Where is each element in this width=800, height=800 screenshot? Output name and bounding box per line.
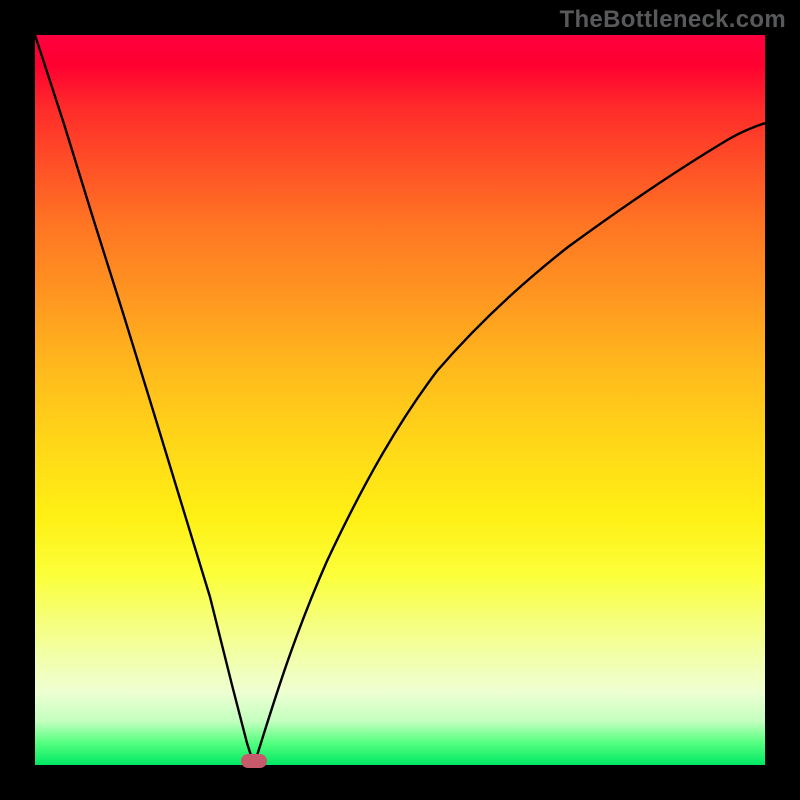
- bottleneck-curve: [35, 35, 765, 765]
- curve-right-branch: [254, 123, 765, 765]
- chart-frame: TheBottleneck.com: [0, 0, 800, 800]
- watermark-text: TheBottleneck.com: [560, 6, 786, 34]
- curve-left-branch: [35, 35, 254, 765]
- plot-area: [35, 35, 765, 765]
- optimum-marker: [241, 754, 267, 768]
